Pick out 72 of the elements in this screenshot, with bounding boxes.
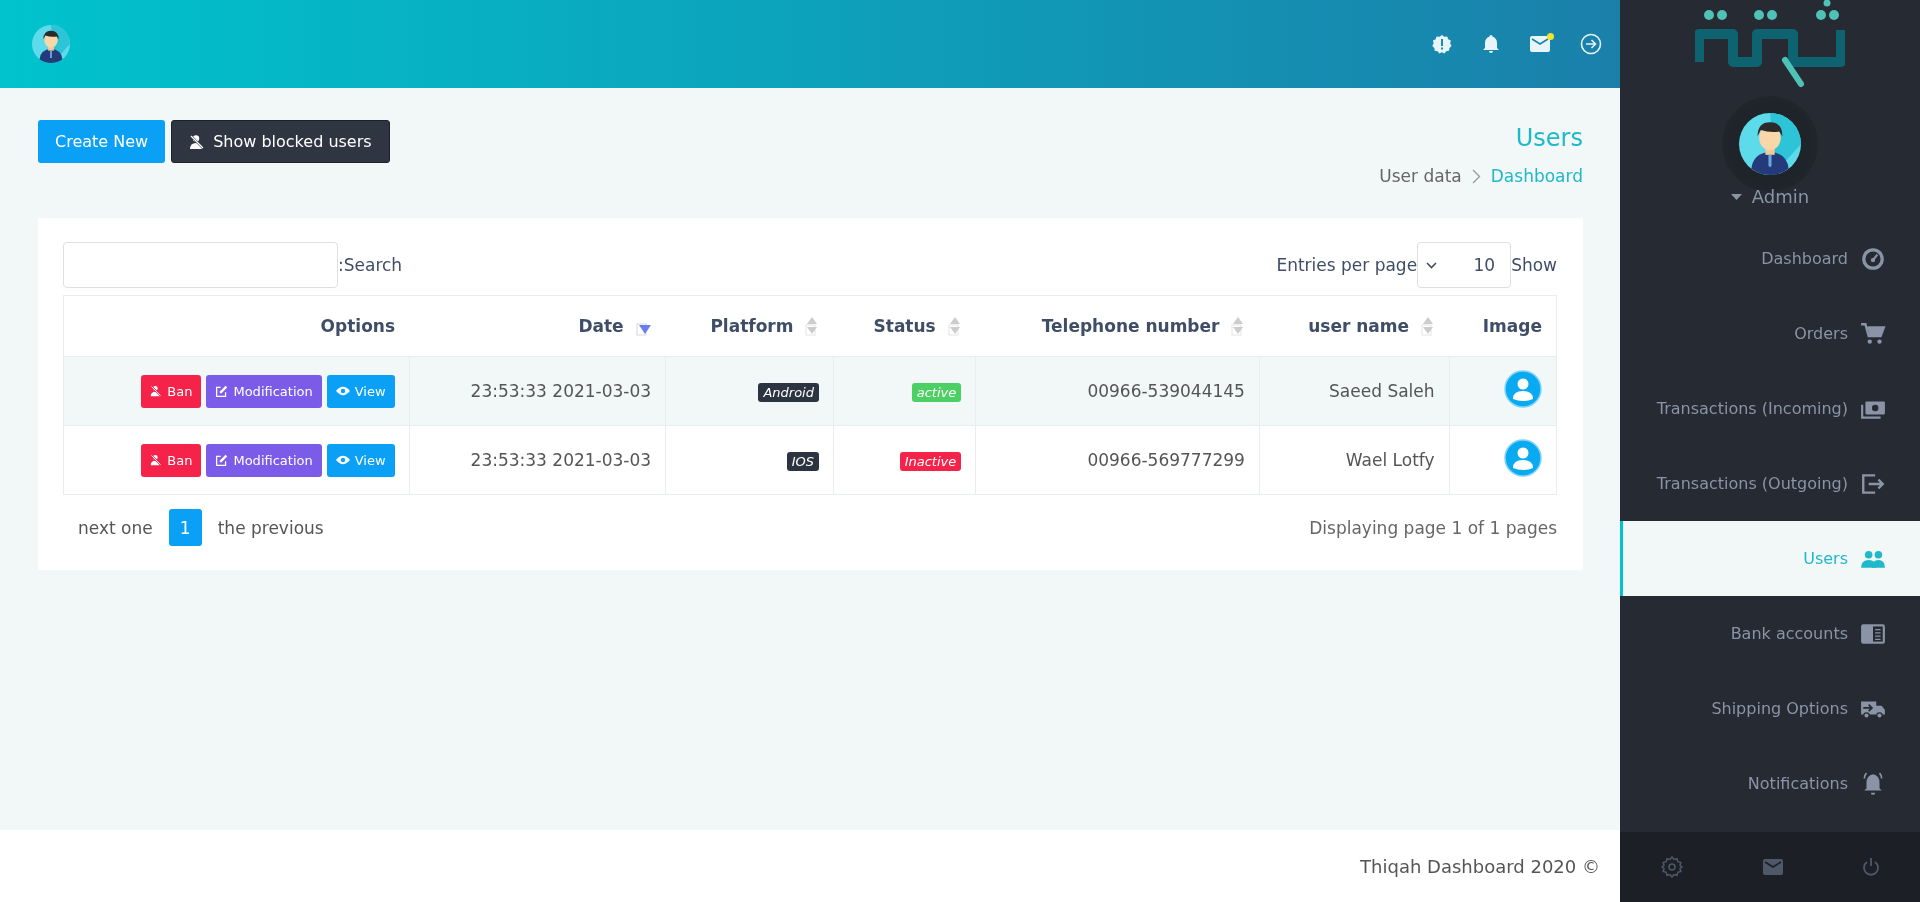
sort-icon — [1421, 316, 1436, 336]
ban-button[interactable]: Ban — [141, 443, 202, 477]
date-cell: 23:53:33 2021-03-03 — [409, 425, 666, 495]
bell-icon[interactable] — [1482, 34, 1500, 54]
mail-icon[interactable] — [1763, 859, 1783, 875]
sort-icon — [947, 316, 962, 336]
view-button[interactable]: View — [326, 374, 395, 408]
search-field[interactable] — [63, 242, 338, 288]
platform-badge: Android — [758, 382, 819, 402]
page-link[interactable]: the previous — [217, 517, 324, 538]
user-block-icon — [150, 385, 163, 397]
ban-button[interactable]: Ban — [141, 374, 202, 408]
page-link[interactable]: next one — [78, 517, 153, 538]
phone-cell: 00966-539044145 — [975, 356, 1260, 426]
eye-icon — [335, 386, 350, 396]
chevron-down-icon — [1426, 261, 1438, 269]
date-cell: 23:53:33 2021-03-03 — [409, 356, 666, 426]
avatar-icon[interactable] — [32, 25, 70, 63]
sidebar-item[interactable]: Bank accounts — [1620, 596, 1920, 671]
entries-select[interactable]: 10 — [1417, 242, 1512, 288]
bell-icon — [1860, 770, 1886, 797]
page-title: Users — [1515, 124, 1583, 152]
page-info: Displaying page 1 of 1 pages — [1309, 517, 1557, 538]
username-cell: Wael Lotfy — [1259, 425, 1450, 495]
user-block-icon — [189, 133, 206, 150]
sidebar-item[interactable]: Orders — [1620, 296, 1920, 371]
cart-icon — [1860, 320, 1886, 347]
avatar-icon[interactable] — [1739, 113, 1801, 175]
eye-icon — [335, 455, 350, 465]
power-icon[interactable] — [1862, 857, 1881, 877]
show-label: Show — [1511, 255, 1557, 275]
blocked-users-button[interactable]: Show blocked users — [171, 120, 390, 163]
column-header[interactable]: Platform — [665, 295, 834, 357]
alert-badge-icon[interactable] — [1432, 34, 1452, 54]
mail-icon[interactable] — [1530, 36, 1550, 52]
platform-badge: IOS — [786, 451, 819, 471]
phone-cell: 00966-569777299 — [975, 425, 1260, 495]
sidebar-item[interactable]: Transactions (Incoming) — [1620, 371, 1920, 446]
user-avatar-icon — [1504, 370, 1542, 408]
sidebar-item[interactable]: Notifications — [1620, 746, 1920, 821]
column-header[interactable]: Status — [833, 295, 976, 357]
column-header[interactable]: Telephone number — [975, 295, 1260, 357]
user-name: Admin — [1751, 186, 1810, 207]
modification-button[interactable]: Modification — [206, 443, 322, 477]
logout-icon[interactable] — [1580, 33, 1602, 55]
breadcrumb-link[interactable]: User data — [1379, 166, 1462, 186]
user-avatar-icon — [1504, 439, 1542, 477]
user-block-icon — [150, 454, 163, 466]
column-header[interactable]: Date — [409, 295, 666, 357]
sort-icon — [1231, 316, 1246, 336]
modification-button[interactable]: Modification — [206, 374, 322, 408]
sidebar-item[interactable]: Transactions (Outgoing) — [1620, 446, 1920, 521]
edit-icon — [215, 453, 229, 467]
page-link[interactable]: 1 — [168, 509, 202, 546]
sort-icon — [805, 316, 820, 336]
column-header: Options — [63, 295, 410, 357]
username-cell: Saeed Saleh — [1259, 356, 1450, 426]
column-header: Image — [1449, 295, 1557, 357]
edit-icon — [215, 384, 229, 398]
footer-text: Thiqah Dashboard 2020 © — [1360, 855, 1600, 877]
create-button[interactable]: Create New — [38, 120, 166, 163]
sidebar-item[interactable]: Shipping Options — [1620, 671, 1920, 746]
status-badge: active — [911, 382, 962, 402]
search-label: :Search — [338, 255, 403, 275]
status-badge: Inactive — [899, 451, 962, 471]
entries-label: Entries per page — [1276, 255, 1418, 275]
view-button[interactable]: View — [326, 443, 395, 477]
chevron-icon — [1471, 168, 1481, 184]
gauge-icon — [1860, 245, 1886, 272]
sidebar-item[interactable]: Dashboard — [1620, 221, 1920, 296]
settings-icon[interactable] — [1659, 855, 1684, 879]
column-header[interactable]: user name — [1259, 295, 1450, 357]
